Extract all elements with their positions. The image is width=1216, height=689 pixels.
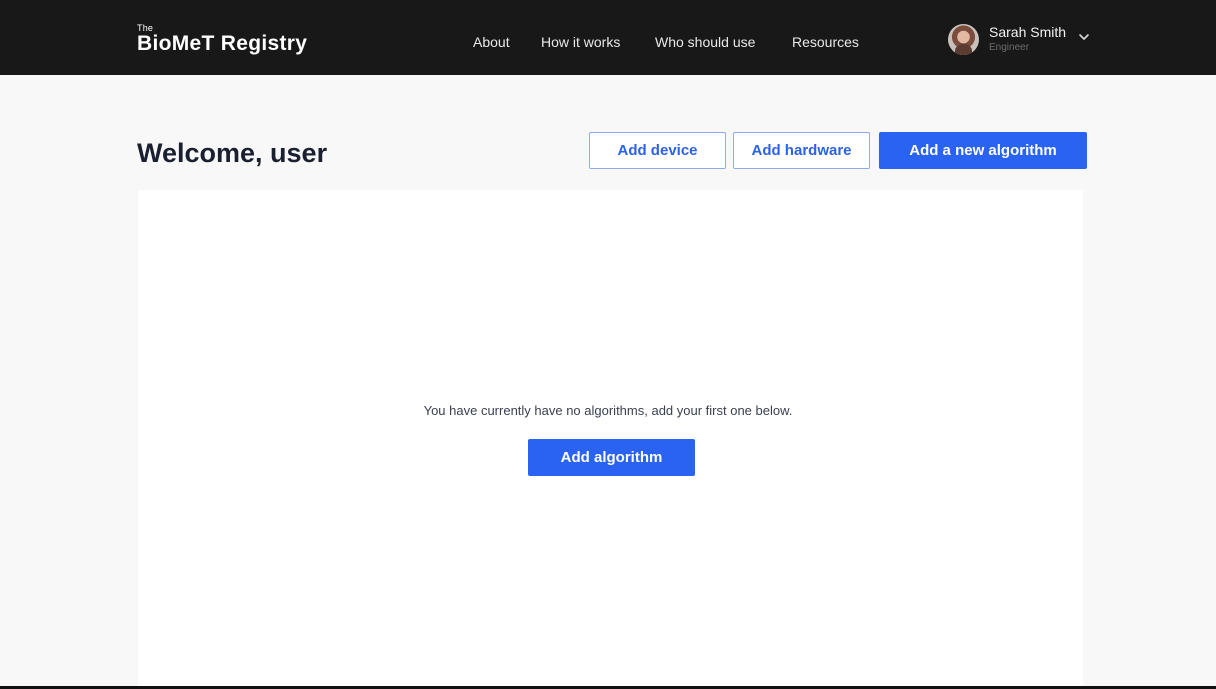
top-navigation-bar: The BioMeT Registry About How it works W…	[0, 0, 1216, 75]
nav-resources[interactable]: Resources	[792, 34, 859, 50]
registry-logo[interactable]: The BioMeT Registry	[137, 24, 307, 55]
page: The BioMeT Registry About How it works W…	[0, 0, 1216, 689]
nav-how-it-works[interactable]: How it works	[541, 34, 620, 50]
page-title: Welcome, user	[137, 138, 328, 168]
add-new-algorithm-button[interactable]: Add a new algorithm	[879, 132, 1087, 169]
avatar	[948, 24, 979, 55]
chevron-down-icon[interactable]	[1078, 31, 1090, 43]
user-name: Sarah Smith	[989, 24, 1067, 40]
add-hardware-button[interactable]: Add hardware	[733, 132, 870, 169]
user-role: Engineer	[989, 42, 1030, 53]
add-algorithm-button[interactable]: Add algorithm	[528, 439, 695, 476]
empty-state-message: You have currently have no algorithms, a…	[423, 403, 793, 418]
nav-who-should-use[interactable]: Who should use	[655, 34, 755, 50]
nav-about[interactable]: About	[473, 34, 510, 50]
logo-title: BioMeT Registry	[137, 32, 308, 55]
add-device-button[interactable]: Add device	[589, 132, 726, 169]
